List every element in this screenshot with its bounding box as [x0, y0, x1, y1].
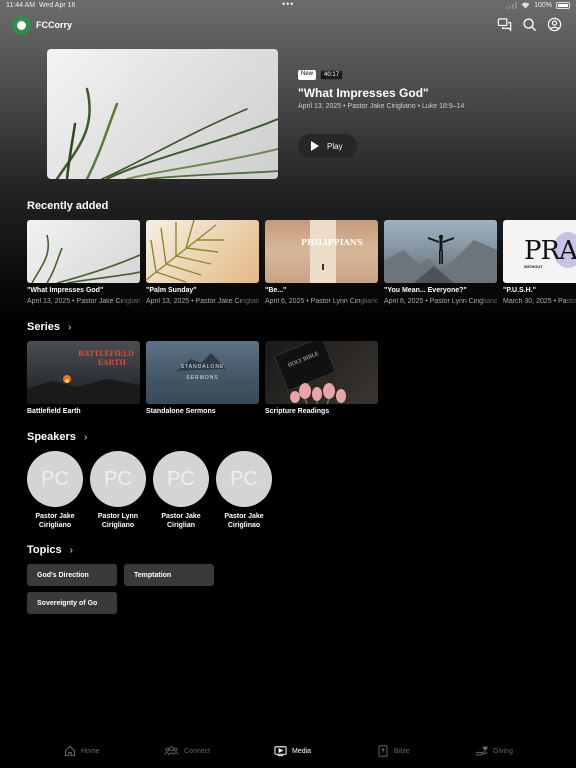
signal-icon — [506, 2, 518, 9]
status-bar: 11:44 AM Wed Apr 16 ••• 100% — [0, 0, 576, 12]
hero-badges: New 40:17 — [298, 70, 344, 80]
series-heading[interactable]: Series › — [27, 321, 71, 333]
bible-icon — [378, 745, 388, 757]
chevron-right-icon: › — [68, 321, 72, 333]
account-icon[interactable] — [547, 17, 562, 32]
series-thumb-2[interactable]: STANDALONE SERMONS — [146, 341, 259, 404]
tab-home-label: Home — [81, 747, 100, 755]
series-heading-label: Series — [27, 321, 61, 333]
recent-meta-5: March 30, 2025 • Pastor — [503, 298, 576, 305]
speaker-avatar-2[interactable]: PC — [90, 451, 146, 507]
recent-meta-3: April 6, 2025 • Pastor Lynn Cirigliano — [265, 298, 378, 305]
chevron-right-icon: › — [83, 431, 88, 443]
speakers-heading-label: Speakers — [27, 431, 76, 443]
hero-meta: April 13, 2025 • Pastor Jake Cirigliano … — [298, 103, 465, 110]
battery-percent: 100% — [534, 2, 552, 9]
tab-connect[interactable]: Connect — [164, 745, 210, 757]
tab-giving-label: Giving — [493, 747, 513, 755]
speaker-avatar-3[interactable]: PC — [153, 451, 209, 507]
speaker-avatar-1[interactable]: PC — [27, 451, 83, 507]
tab-media-label: Media — [292, 747, 312, 755]
status-time: 11:44 AM Wed Apr 16 — [6, 2, 76, 9]
series-art-text-2b: SERMONS — [186, 375, 219, 381]
recent-thumb-3[interactable]: PHILIPPIANS — [265, 220, 378, 283]
recent-thumb-1[interactable] — [27, 220, 140, 283]
series-thumb-1[interactable]: BATTLEFIELD EARTH — [27, 341, 140, 404]
speaker-name-3[interactable]: Pastor Jake Ciriglian — [146, 512, 216, 530]
topics-heading-label: Topics — [27, 544, 62, 556]
recent-meta-4: April 6, 2025 • Pastor Lynn Cirigliano — [384, 298, 497, 305]
chat-icon[interactable] — [497, 17, 512, 32]
tab-bible[interactable]: Bible — [377, 745, 410, 757]
speaker-avatar-4[interactable]: PC — [216, 451, 272, 507]
recent-title-2[interactable]: "Palm Sunday" — [146, 287, 197, 294]
recent-thumb-2[interactable] — [146, 220, 259, 283]
recent-title-1[interactable]: "What Impresses God" — [27, 287, 103, 294]
search-icon[interactable] — [522, 17, 537, 32]
home-icon — [64, 745, 76, 757]
philippians-text: PHILIPPIANS — [301, 237, 363, 247]
battery-icon — [556, 2, 570, 9]
tab-bar: Home Connect Media Bible Giving — [0, 742, 576, 768]
new-badge: New — [298, 70, 317, 80]
recent-meta-2: April 13, 2025 • Pastor Jake Cirigliano — [146, 298, 259, 305]
play-screen-icon — [274, 746, 287, 757]
play-button[interactable]: Play — [298, 134, 357, 158]
speaker-name-4[interactable]: Pastor Jake Ciriglinao — [209, 512, 279, 530]
recent-thumb-5[interactable]: PRA WITHOUT — [503, 220, 576, 283]
wifi-icon — [521, 2, 530, 9]
tab-connect-label: Connect — [184, 747, 211, 755]
recent-thumb-4[interactable] — [384, 220, 497, 283]
speakers-heading[interactable]: Speakers › — [27, 431, 87, 443]
series-art-text-2: STANDALONE — [180, 364, 225, 370]
app-logo[interactable] — [12, 16, 31, 35]
app-name: FCCorry — [36, 20, 73, 30]
series-name-1[interactable]: Battlefield Earth — [27, 408, 81, 415]
top-bar: FCCorry — [0, 12, 576, 40]
recent-title-4[interactable]: "You Mean... Everyone?" — [384, 287, 467, 294]
recent-title-5[interactable]: "P.U.S.H." — [503, 287, 536, 294]
topics-heading[interactable]: Topics › — [27, 544, 73, 556]
status-right: 100% — [506, 2, 570, 9]
people-icon — [164, 746, 179, 756]
recent-title-3[interactable]: "Be..." — [265, 287, 286, 294]
chevron-right-icon: › — [69, 544, 73, 556]
topic-chip-3[interactable]: Sovereignty of Go — [27, 592, 117, 614]
tab-media[interactable]: Media — [274, 745, 311, 757]
hero-artwork[interactable] — [47, 49, 278, 179]
multitask-dots[interactable]: ••• — [282, 0, 294, 9]
play-label: Play — [327, 141, 343, 151]
topic-chip-2[interactable]: Temptation — [124, 564, 214, 586]
tab-giving[interactable]: Giving — [475, 745, 513, 757]
tab-bible-label: Bible — [394, 747, 410, 755]
speaker-name-1[interactable]: Pastor Jake Cirigliano — [20, 512, 90, 530]
recent-meta-1: April 13, 2025 • Pastor Jake Cirigliano — [27, 298, 140, 305]
pray-subtext: WITHOUT — [524, 264, 543, 269]
speaker-name-2[interactable]: Pastor Lynn Cirigliano — [83, 512, 153, 530]
series-name-3[interactable]: Scripture Readings — [265, 408, 329, 415]
duration-badge: 40:17 — [320, 70, 344, 80]
play-icon — [311, 141, 319, 151]
recently-added-heading: Recently added — [27, 200, 109, 212]
pray-text: PRA — [524, 236, 576, 266]
hand-heart-icon — [475, 746, 488, 756]
header-actions — [497, 17, 562, 32]
series-thumb-3[interactable]: HOLY BIBLE — [265, 341, 378, 404]
topic-chip-1[interactable]: God's Direction — [27, 564, 117, 586]
hero-title: "What Impresses God" — [298, 86, 429, 100]
tab-home[interactable]: Home — [64, 745, 100, 757]
series-name-2[interactable]: Standalone Sermons — [146, 408, 216, 415]
